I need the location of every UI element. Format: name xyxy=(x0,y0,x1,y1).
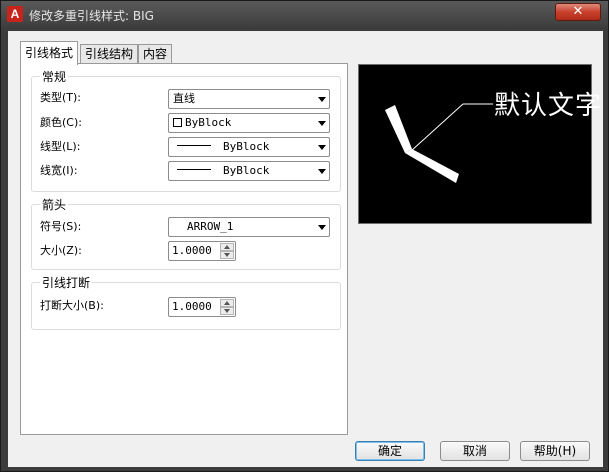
tab-panel-leader-format: 常规 类型(T): 直线 颜色(C): ByBlock 线型(L): ByBlo… xyxy=(20,63,348,435)
break-size-spin-buttons xyxy=(220,299,234,315)
spin-up-icon[interactable] xyxy=(220,243,234,251)
linetype-dropdown[interactable]: ByBlock xyxy=(168,137,330,157)
group-general: 常规 类型(T): 直线 颜色(C): ByBlock 线型(L): ByBlo… xyxy=(31,68,341,192)
leader-line xyxy=(410,103,464,152)
preview-text: 默认文字 xyxy=(494,91,603,121)
chevron-down-icon xyxy=(318,145,326,150)
group-arrowhead: 箭头 符号(S): ARROW_1 大小(Z): 1.0000 xyxy=(31,196,341,270)
size-value: 1.0000 xyxy=(172,244,212,257)
color-label: 颜色(C): xyxy=(40,116,82,129)
autocad-a-icon[interactable]: A xyxy=(7,6,23,22)
color-swatch-icon xyxy=(173,118,182,127)
ok-button[interactable]: 确定 xyxy=(355,441,425,461)
group-title-arrowhead: 箭头 xyxy=(40,196,69,213)
spin-down-icon[interactable] xyxy=(220,251,234,259)
cancel-button[interactable]: 取消 xyxy=(440,441,510,461)
chevron-down-icon xyxy=(318,97,326,102)
group-title-general: 常规 xyxy=(40,68,69,85)
symbol-dropdown[interactable]: ARROW_1 xyxy=(168,217,330,237)
tab-content[interactable]: 内容 xyxy=(138,44,173,64)
chevron-down-icon xyxy=(318,225,326,230)
tab-leader-format[interactable]: 引线格式 xyxy=(20,41,79,65)
dialog-window: A 修改多重引线样式: BIG ✕ 引线格式 引线结构 内容 常规 类型(T):… xyxy=(0,0,609,472)
color-value: ByBlock xyxy=(185,116,232,129)
linetype-label: 线型(L): xyxy=(40,140,81,153)
window-title: 修改多重引线样式: BIG xyxy=(29,9,154,23)
size-spinner[interactable]: 1.0000 xyxy=(168,241,236,261)
type-value: 直线 xyxy=(173,92,195,105)
leader-preview: 默认文字 xyxy=(358,64,601,224)
size-label: 大小(Z): xyxy=(40,244,82,257)
break-size-spinner[interactable]: 1.0000 xyxy=(168,297,236,317)
dialog-client-area: 引线格式 引线结构 内容 常规 类型(T): 直线 颜色(C): ByBlock… xyxy=(8,31,603,467)
lineweight-value: ByBlock xyxy=(223,164,270,177)
break-size-label: 打断大小(B): xyxy=(40,299,104,312)
spin-up-icon[interactable] xyxy=(220,299,234,307)
help-button[interactable]: 帮助(H) xyxy=(520,441,590,461)
chevron-down-icon xyxy=(318,169,326,174)
line-sample-icon xyxy=(177,145,211,146)
line-sample-icon xyxy=(177,169,211,170)
spin-down-icon[interactable] xyxy=(220,307,234,315)
lineweight-dropdown[interactable]: ByBlock xyxy=(168,161,330,181)
leader-arrow-shape xyxy=(385,105,412,153)
color-dropdown[interactable]: ByBlock xyxy=(168,113,330,133)
linetype-value: ByBlock xyxy=(223,140,270,153)
lineweight-label: 线宽(I): xyxy=(40,164,78,177)
type-label: 类型(T): xyxy=(40,91,82,104)
group-leader-break: 引线打断 打断大小(B): 1.0000 xyxy=(31,274,341,330)
leader-arrow-shape-tail xyxy=(405,149,459,183)
size-spin-buttons xyxy=(220,243,234,259)
chevron-down-icon xyxy=(318,121,326,126)
title-bar[interactable]: A 修改多重引线样式: BIG ✕ xyxy=(1,1,608,27)
symbol-value: ARROW_1 xyxy=(187,220,234,233)
break-size-value: 1.0000 xyxy=(172,300,212,313)
close-button[interactable]: ✕ xyxy=(555,3,601,21)
group-title-leader-break: 引线打断 xyxy=(40,274,93,291)
type-dropdown[interactable]: 直线 xyxy=(168,89,330,109)
tab-leader-structure[interactable]: 引线结构 xyxy=(80,44,139,64)
symbol-label: 符号(S): xyxy=(40,220,82,233)
